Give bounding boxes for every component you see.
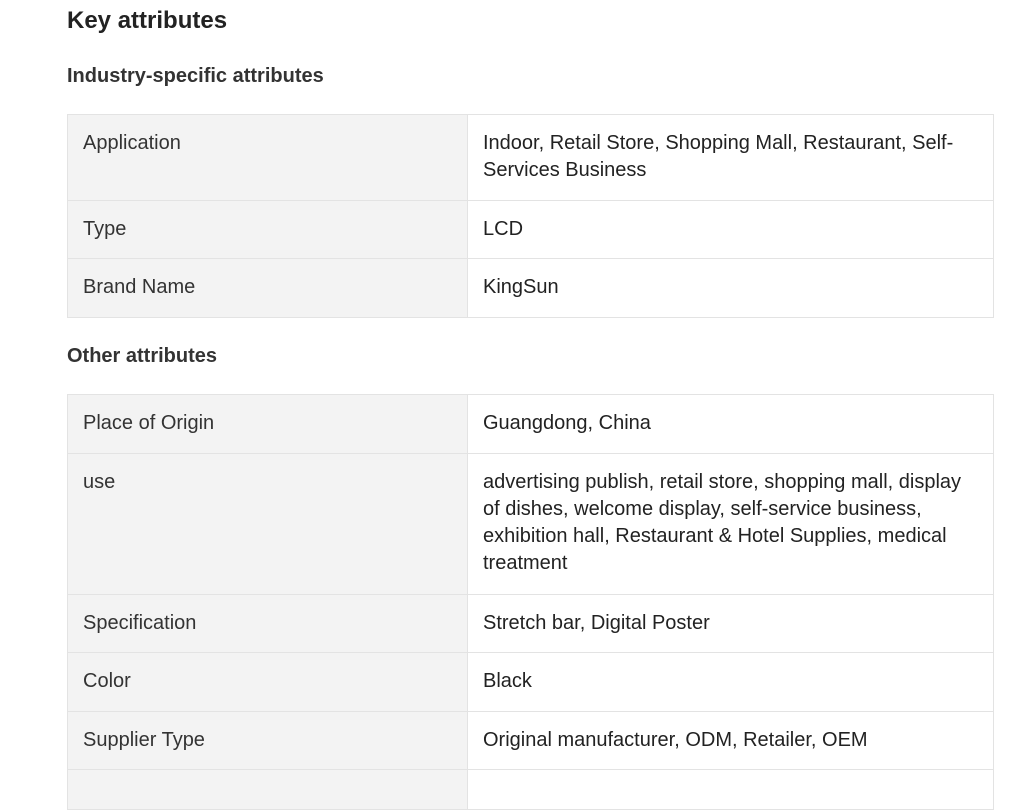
table-row: Color Black bbox=[67, 652, 994, 712]
page-title: Key attributes bbox=[67, 7, 228, 34]
attr-name: Supplier Type bbox=[67, 711, 468, 770]
attr-value: Original manufacturer, ODM, Retailer, OE… bbox=[467, 711, 994, 770]
table-row: Specification Stretch bar, Digital Poste… bbox=[67, 594, 994, 653]
table-row: Type LCD bbox=[67, 200, 994, 259]
section-title-industry: Industry-specific attributes bbox=[67, 65, 324, 87]
attr-value: Stretch bar, Digital Poster bbox=[467, 594, 994, 653]
industry-attributes-table: Application Indoor, Retail Store, Shoppi… bbox=[67, 114, 994, 318]
attr-name: Color bbox=[67, 652, 468, 712]
attr-name: Specification bbox=[67, 594, 468, 653]
attr-value: Black bbox=[467, 652, 994, 712]
attr-value-empty bbox=[467, 769, 994, 810]
table-row: Place of Origin Guangdong, China bbox=[67, 394, 994, 454]
attr-name: use bbox=[67, 453, 468, 595]
section-title-other: Other attributes bbox=[67, 345, 218, 367]
table-row-partial bbox=[67, 769, 994, 810]
attr-name-empty bbox=[67, 769, 468, 810]
attr-name: Place of Origin bbox=[67, 394, 468, 454]
attr-value: advertising publish, retail store, shopp… bbox=[467, 453, 994, 595]
attr-value: Guangdong, China bbox=[467, 394, 994, 454]
other-attributes-table: Place of Origin Guangdong, China use adv… bbox=[67, 394, 994, 810]
attr-value: KingSun bbox=[467, 258, 994, 318]
attr-name: Application bbox=[67, 114, 468, 201]
attr-name: Brand Name bbox=[67, 258, 468, 318]
attr-value: LCD bbox=[467, 200, 994, 259]
table-row: Brand Name KingSun bbox=[67, 258, 994, 318]
table-row: Application Indoor, Retail Store, Shoppi… bbox=[67, 114, 994, 201]
table-row: Supplier Type Original manufacturer, ODM… bbox=[67, 711, 994, 770]
attr-value: Indoor, Retail Store, Shopping Mall, Res… bbox=[467, 114, 994, 201]
attr-name: Type bbox=[67, 200, 468, 259]
table-row: use advertising publish, retail store, s… bbox=[67, 453, 994, 595]
